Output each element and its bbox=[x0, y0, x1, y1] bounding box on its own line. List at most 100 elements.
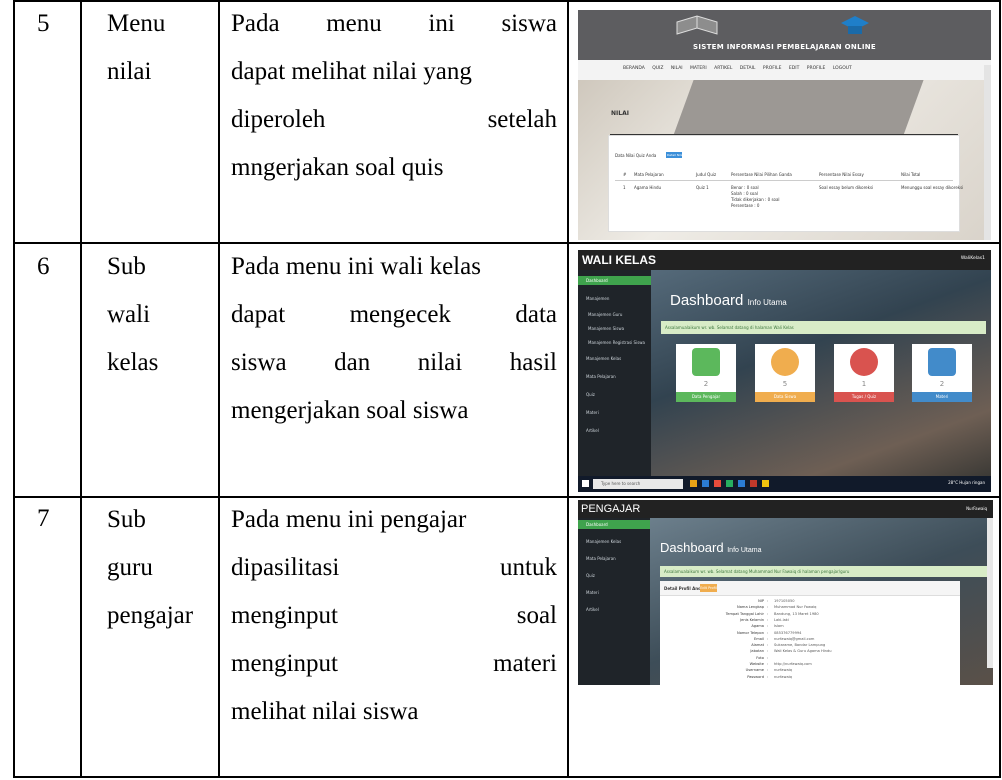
sidebar-item-manajemen-registrasi[interactable]: Manajemen Registrasi Siswa bbox=[588, 340, 645, 345]
table-divider bbox=[615, 180, 953, 181]
stat-value: 5 bbox=[782, 380, 788, 388]
menu-line: Menu bbox=[107, 10, 166, 37]
desc-word: soal bbox=[516, 602, 557, 629]
table-border-right bbox=[999, 0, 1001, 777]
table-cell: 1 bbox=[623, 185, 626, 190]
desc-line: Pada menu ini siswa bbox=[231, 0, 557, 48]
users-icon bbox=[771, 348, 799, 376]
edit-profile-button[interactable]: Edit Profil bbox=[700, 584, 717, 592]
user-menu[interactable]: NurFawaiq bbox=[966, 506, 987, 511]
menu-line: guru bbox=[107, 554, 153, 581]
profile-field-colon: : bbox=[767, 649, 769, 654]
sidebar: Dashboard Manajemen Kelas Mata Pelajaran… bbox=[578, 518, 650, 685]
row-description: Pada menu ini pengajar dipasilitasi untuk… bbox=[231, 496, 557, 736]
stat-label: Materi bbox=[912, 392, 972, 402]
scrollbar[interactable] bbox=[984, 65, 991, 240]
sidebar-item-manajemen[interactable]: Manajemen bbox=[586, 296, 609, 301]
profile-field-value: http://nurfawaiq.com bbox=[774, 662, 812, 666]
desc-word: untuk bbox=[500, 554, 557, 581]
row-number: 6 bbox=[37, 253, 50, 280]
graduation-cap-icon bbox=[841, 16, 869, 34]
detail-nilai-button[interactable]: Detail Nilai bbox=[666, 152, 683, 158]
desc-word: setelah bbox=[487, 106, 557, 133]
taskbar-app-icon[interactable] bbox=[714, 480, 721, 487]
stat-card-siswa[interactable]: 5 Data Siswa bbox=[755, 344, 815, 402]
desc-word: Pada bbox=[231, 10, 280, 37]
scrollbar[interactable] bbox=[987, 518, 993, 668]
sidebar-item-quiz[interactable]: Quiz bbox=[586, 392, 595, 397]
taskbar-app-icon[interactable] bbox=[750, 480, 757, 487]
taskbar-search[interactable]: Type here to search bbox=[593, 479, 683, 489]
profile-panel: Detail Profil Anda Edit Profil NIP: 19710… bbox=[660, 581, 960, 685]
taskbar-app-icon[interactable] bbox=[738, 480, 745, 487]
sidebar-item-dashboard[interactable]: Dashboard bbox=[586, 522, 608, 527]
profile-field-colon: : bbox=[767, 624, 769, 629]
desc-word: dan bbox=[334, 349, 371, 376]
top-bar: WALI KELAS WaliKelas1 bbox=[578, 250, 991, 270]
sidebar-item-manajemen-kelas[interactable]: Manajemen Kelas bbox=[586, 356, 621, 361]
taskbar-weather[interactable]: 28°C Hujan ringan bbox=[948, 480, 985, 485]
welcome-alert: Assalamualaikum wr. wb. Selamat datang d… bbox=[661, 321, 986, 334]
sidebar-item-mata-pelajaran[interactable]: Mata Pelajaran bbox=[586, 556, 616, 561]
sidebar: Dashboard Manajemen Manajemen Guru Manaj… bbox=[578, 270, 651, 476]
taskbar-app-icon[interactable] bbox=[690, 480, 697, 487]
menu-line: Sub bbox=[107, 253, 146, 280]
sidebar-item-mata-pelajaran[interactable]: Mata Pelajaran bbox=[586, 374, 616, 379]
dashboard-title: Dashboard bbox=[670, 292, 744, 309]
nav-links[interactable]: BERANDA QUIZ NILAI MATERI ARTIKEL DETAIL… bbox=[623, 66, 852, 71]
panel-title: Data Nilai Quiz Anda bbox=[615, 153, 657, 158]
desc-line: mengerjakan soal siswa bbox=[231, 397, 469, 424]
sidebar-item-manajemen-kelas[interactable]: Manajemen Kelas bbox=[586, 539, 621, 544]
row-number: 5 bbox=[37, 10, 50, 37]
profile-field-value: nurfawaiq bbox=[774, 668, 792, 673]
menu-line: pengajar bbox=[107, 602, 194, 629]
sidebar-item-manajemen-siswa[interactable]: Manajemen Siswa bbox=[588, 326, 624, 331]
windows-start-icon[interactable] bbox=[582, 480, 589, 487]
stat-value: 2 bbox=[939, 380, 945, 388]
taskbar-app-icon[interactable] bbox=[726, 480, 733, 487]
dashboard-subtitle: Info Utama bbox=[727, 547, 762, 554]
stat-card-materi[interactable]: 2 Materi bbox=[912, 344, 972, 402]
user-menu[interactable]: WaliKelas1 bbox=[961, 256, 985, 261]
profile-field-value: Wali Kelas & Guru Agama Hindu bbox=[774, 649, 832, 654]
laptop-image bbox=[672, 80, 924, 138]
profile-field-value: Laki-laki bbox=[774, 617, 789, 622]
profile-field-value: nurfawaiq@gmail.com bbox=[774, 636, 815, 641]
sidebar-item-manajemen-guru[interactable]: Manajemen Guru bbox=[588, 312, 622, 317]
table-cell: Salah : 0 soal bbox=[731, 191, 758, 196]
row-menu: Sub guru pengajar bbox=[107, 496, 227, 640]
screenshot-menu-nilai: SISTEM INFORMASI PEMBELAJARAN ONLINE BER… bbox=[578, 10, 991, 240]
taskbar-app-icon[interactable] bbox=[762, 480, 769, 487]
stat-card-quiz[interactable]: 1 Tugas / Quiz bbox=[834, 344, 894, 402]
desc-word: materi bbox=[493, 650, 557, 677]
stat-label: Tugas / Quiz bbox=[834, 392, 894, 402]
row-menu: Menu nilai bbox=[107, 0, 227, 96]
desc-line: menginput materi bbox=[231, 640, 557, 688]
desc-word: siswa bbox=[231, 349, 287, 376]
welcome-alert: Assalamualaikum wr. wb. Selamat datang M… bbox=[660, 566, 987, 577]
profile-field-colon: : bbox=[767, 655, 769, 660]
site-title: SISTEM INFORMASI PEMBELAJARAN ONLINE bbox=[692, 43, 876, 51]
desc-line: diperoleh setelah bbox=[231, 96, 557, 144]
book-icon bbox=[928, 348, 956, 376]
table-col-divider-3 bbox=[567, 0, 569, 777]
taskbar-app-icon[interactable] bbox=[702, 480, 709, 487]
screenshot-wali-kelas: WALI KELAS WaliKelas1 Dashboard Manajeme… bbox=[578, 250, 991, 492]
sidebar-item-artikel[interactable]: Artikel bbox=[586, 607, 599, 612]
sidebar-item-quiz[interactable]: Quiz bbox=[586, 573, 595, 578]
stat-label: Data Pengajar bbox=[676, 392, 736, 402]
row-number: 7 bbox=[37, 505, 50, 532]
top-bar: PENGAJAR NurFawaiq bbox=[578, 500, 993, 518]
sidebar-item-artikel[interactable]: Artikel bbox=[586, 428, 599, 433]
sidebar-item-dashboard[interactable]: Dashboard bbox=[586, 278, 608, 283]
profile-field-label: Username bbox=[745, 668, 764, 673]
profile-field-value: 197105050 bbox=[774, 599, 795, 603]
sidebar-item-materi[interactable]: Materi bbox=[586, 590, 599, 595]
stat-card-pengajar[interactable]: 2 Data Pengajar bbox=[676, 344, 736, 402]
menu-line: kelas bbox=[107, 349, 159, 376]
desc-word: data bbox=[515, 301, 557, 328]
sidebar-item-materi[interactable]: Materi bbox=[586, 410, 599, 415]
profile-field-label: Alamat bbox=[751, 643, 764, 648]
profile-field-label: Password bbox=[747, 674, 764, 679]
desc-line: siswa dan nilai hasil bbox=[231, 339, 557, 387]
